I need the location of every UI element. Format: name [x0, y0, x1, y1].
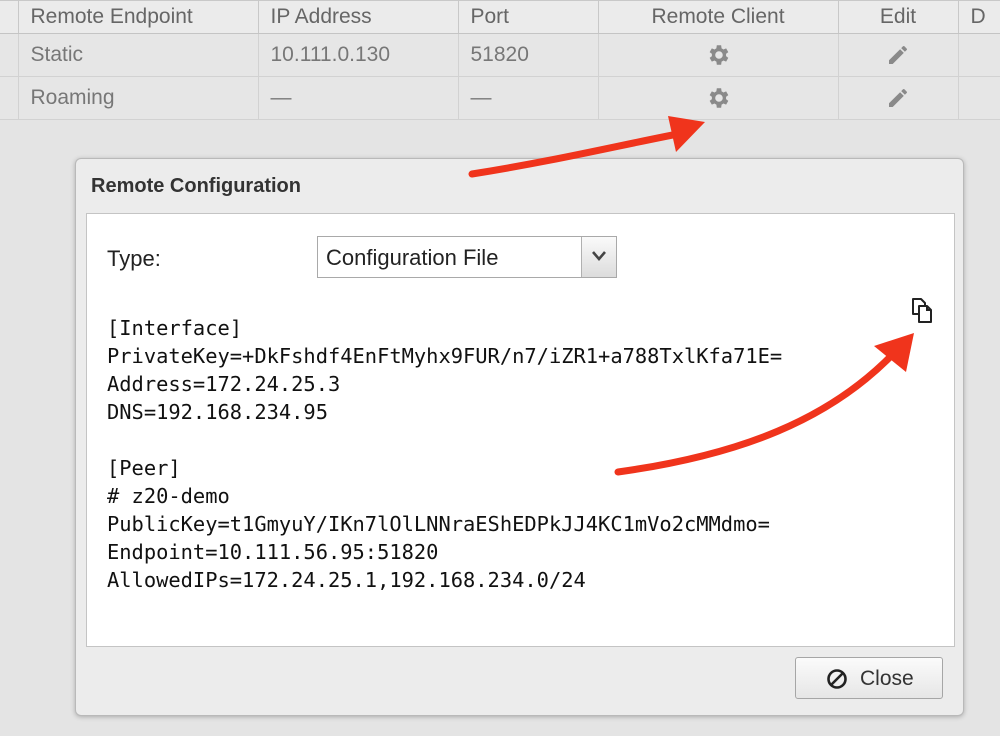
cell-next [958, 76, 1000, 120]
cell-remote-client [598, 76, 839, 120]
column-header-next[interactable]: D [958, 0, 1000, 34]
peer-table: Remote Endpoint IP Address Port Remote C… [0, 0, 1000, 120]
row-spacer [0, 33, 19, 77]
gear-icon[interactable] [705, 42, 731, 68]
cancel-circle-icon [827, 669, 847, 689]
table-header-row: Remote Endpoint IP Address Port Remote C… [0, 0, 1000, 34]
table-row: Roaming — — [0, 76, 1000, 120]
pencil-icon[interactable] [886, 86, 910, 110]
cell-remote-endpoint: Static [18, 33, 259, 77]
table-header-spacer [0, 0, 19, 34]
cell-edit [838, 76, 959, 120]
type-select-value: Configuration File [326, 245, 499, 270]
column-header-ip-address[interactable]: IP Address [258, 0, 459, 34]
cell-remote-endpoint: Roaming [18, 76, 259, 120]
cell-ip-address: 10.111.0.130 [258, 33, 459, 77]
remote-configuration-dialog: Remote Configuration Type: Configuration… [75, 158, 964, 716]
row-spacer [0, 76, 19, 120]
config-file-text[interactable]: [Interface] PrivateKey=+DkFshdf4EnFtMyhx… [107, 314, 917, 594]
chevron-down-icon [592, 251, 606, 261]
select-arrow[interactable] [581, 237, 616, 277]
column-header-remote-endpoint[interactable]: Remote Endpoint [18, 0, 259, 34]
type-label: Type: [107, 246, 161, 271]
cell-next [958, 33, 1000, 77]
column-header-edit[interactable]: Edit [838, 0, 959, 34]
type-select[interactable]: Configuration File [317, 236, 617, 278]
cell-port: — [458, 76, 599, 120]
gear-icon[interactable] [705, 85, 731, 111]
dialog-body: Type: Configuration File [Interface] Pri… [86, 213, 955, 647]
dialog-title: Remote Configuration [91, 175, 301, 197]
column-header-remote-client[interactable]: Remote Client [598, 0, 839, 34]
close-button[interactable]: Close [795, 657, 943, 699]
column-header-port[interactable]: Port [458, 0, 599, 34]
cell-ip-address: — [258, 76, 459, 120]
cell-port: 51820 [458, 33, 599, 77]
pencil-icon[interactable] [886, 43, 910, 67]
cell-edit [838, 33, 959, 77]
cell-remote-client [598, 33, 839, 77]
close-button-label: Close [860, 667, 914, 690]
table-row: Static 10.111.0.130 51820 [0, 33, 1000, 77]
